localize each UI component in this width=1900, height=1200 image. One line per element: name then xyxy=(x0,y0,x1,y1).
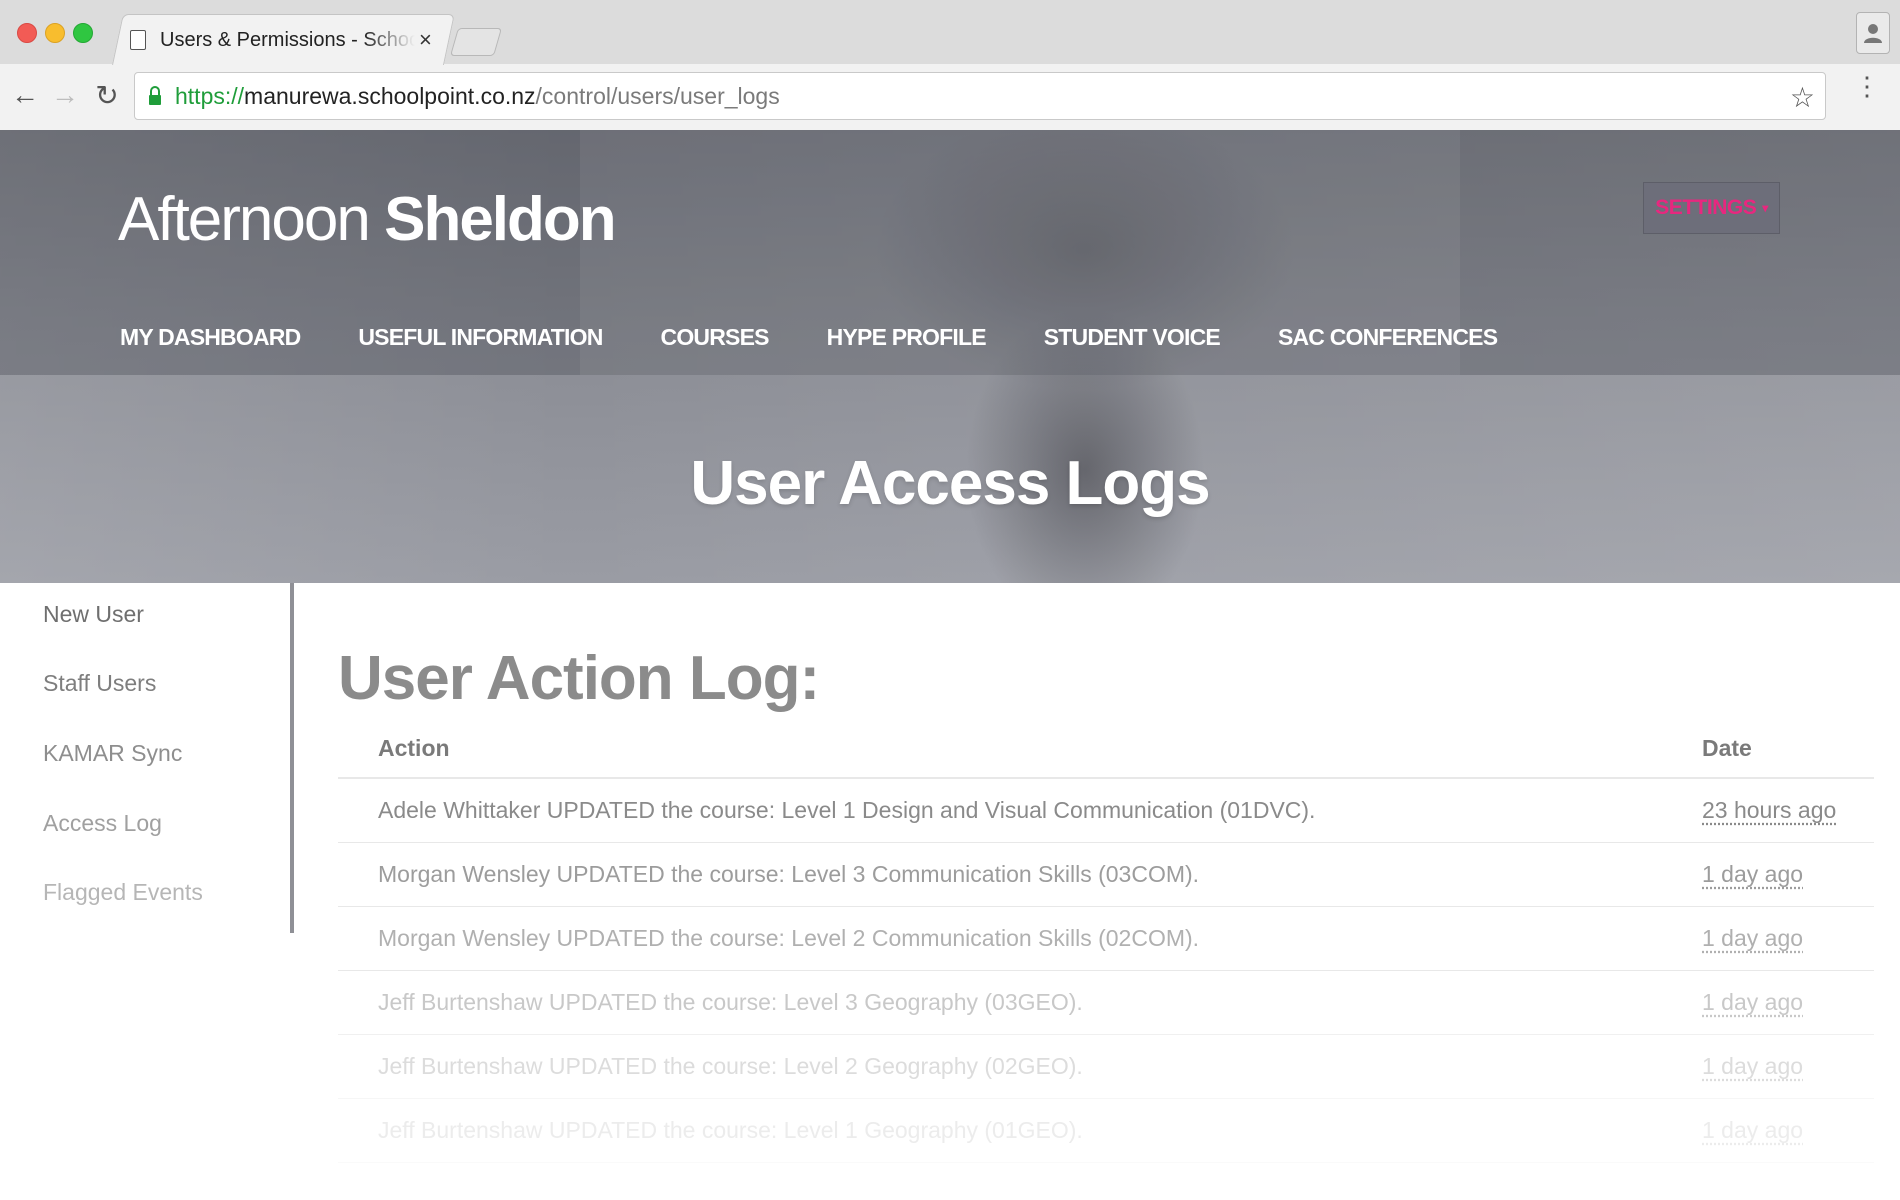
sidebar-item-flagged-events[interactable]: Flagged Events xyxy=(43,879,203,906)
url-path: /control/users/user_logs xyxy=(535,82,780,109)
tab-title: Users & Permissions - SchoolPoint xyxy=(160,28,415,51)
table-row: Jeff Burtenshaw UPDATED the course: Leve… xyxy=(338,971,1874,1035)
table-row: Jeff Burtenshaw UPDATED the course: Leve… xyxy=(338,1099,1874,1163)
row-action-text: Morgan Wensley UPDATED the course: Level… xyxy=(378,861,1200,887)
document-icon xyxy=(130,30,146,50)
table-row: Adele Whittaker UPDATED the course: Leve… xyxy=(338,779,1874,843)
user-action-log-table: Action Date Adele Whittaker UPDATED the … xyxy=(338,729,1874,1163)
hero-banner: Afternoon Sheldon SETTINGS ▾ MY DASHBOAR… xyxy=(0,130,1900,583)
browser-chrome: Users & Permissions - SchoolPoint × ← → … xyxy=(0,0,1900,131)
row-date-text[interactable]: 1 day ago xyxy=(1702,925,1803,952)
address-bar[interactable]: https://manurewa.schoolpoint.co.nz/contr… xyxy=(134,72,1826,120)
row-date-text[interactable]: 1 day ago xyxy=(1702,1053,1803,1080)
browser-menu-icon[interactable]: ⋮ xyxy=(1854,73,1880,99)
sidebar-item-access-log[interactable]: Access Log xyxy=(43,810,162,837)
row-action-text: Adele Whittaker UPDATED the course: Leve… xyxy=(378,797,1316,823)
sidebar: New User Staff Users KAMAR Sync Access L… xyxy=(0,583,294,933)
tab-close-icon[interactable]: × xyxy=(419,27,432,53)
row-action-text: Jeff Burtenshaw UPDATED the course: Leve… xyxy=(378,1117,1083,1143)
nav-sac-conferences[interactable]: SAC CONFERENCES xyxy=(1278,324,1498,351)
reload-icon[interactable]: ↻ xyxy=(90,78,124,112)
brand-last-name: Sheldon xyxy=(384,185,617,254)
browser-tab-content: Users & Permissions - SchoolPoint × xyxy=(130,24,450,56)
row-date-text[interactable]: 1 day ago xyxy=(1702,1117,1803,1144)
table-row: Jeff Burtenshaw UPDATED the course: Leve… xyxy=(338,1035,1874,1099)
table-row: Morgan Wensley UPDATED the course: Level… xyxy=(338,843,1874,907)
column-header-action: Action xyxy=(378,735,450,761)
profile-button[interactable] xyxy=(1856,12,1890,54)
nav-useful-information[interactable]: USEFUL INFORMATION xyxy=(358,324,603,351)
main-navigation: MY DASHBOARD USEFUL INFORMATION COURSES … xyxy=(120,324,1555,351)
sidebar-item-kamar-sync[interactable]: KAMAR Sync xyxy=(43,740,182,767)
url-host: manurewa.schoolpoint.co.nz xyxy=(244,82,536,109)
back-arrow-icon[interactable]: ← xyxy=(8,78,42,112)
nav-my-dashboard[interactable]: MY DASHBOARD xyxy=(120,324,301,351)
browser-toolbar: ← → ↻ https://manurewa.schoolpoint.co.nz… xyxy=(0,64,1900,130)
table-header-row: Action Date xyxy=(338,729,1874,779)
chevron-down-icon: ▾ xyxy=(1762,201,1768,215)
row-date-text[interactable]: 23 hours ago xyxy=(1702,797,1836,824)
nav-student-voice[interactable]: STUDENT VOICE xyxy=(1044,324,1221,351)
bookmark-star-icon[interactable]: ☆ xyxy=(1790,81,1815,114)
row-action-text: Jeff Burtenshaw UPDATED the course: Leve… xyxy=(378,1053,1083,1079)
table-row: Morgan Wensley UPDATED the course: Level… xyxy=(338,907,1874,971)
url-scheme: https:// xyxy=(175,82,245,109)
settings-label: SETTINGS xyxy=(1655,196,1757,219)
nav-courses[interactable]: COURSES xyxy=(661,324,770,351)
settings-dropdown-button[interactable]: SETTINGS ▾ xyxy=(1643,182,1780,234)
brand-first-name: Afternoon xyxy=(118,185,371,254)
maximize-window-button[interactable] xyxy=(73,23,93,43)
row-date-text[interactable]: 1 day ago xyxy=(1702,989,1803,1016)
forward-arrow-icon[interactable]: → xyxy=(48,78,82,112)
row-action-text: Jeff Burtenshaw UPDATED the course: Leve… xyxy=(378,989,1083,1015)
new-tab-button[interactable] xyxy=(449,28,503,56)
lock-icon xyxy=(149,86,161,105)
main-content: User Action Log: Action Date Adele Whitt… xyxy=(294,583,1900,1200)
close-window-button[interactable] xyxy=(17,23,37,43)
row-action-text: Morgan Wensley UPDATED the course: Level… xyxy=(378,925,1200,951)
minimize-window-button[interactable] xyxy=(45,23,65,43)
section-title: User Action Log: xyxy=(338,644,820,713)
sidebar-item-new-user[interactable]: New User xyxy=(43,601,144,628)
tab-strip: Users & Permissions - SchoolPoint × xyxy=(0,0,1900,65)
url-text[interactable]: https://manurewa.schoolpoint.co.nz/contr… xyxy=(175,83,780,110)
site-brand[interactable]: Afternoon Sheldon xyxy=(118,184,617,255)
page-title: User Access Logs xyxy=(690,449,1210,518)
row-date-text[interactable]: 1 day ago xyxy=(1702,861,1803,888)
user-icon xyxy=(1864,24,1882,43)
nav-hype-profile[interactable]: HYPE PROFILE xyxy=(827,324,987,351)
sidebar-item-staff-users[interactable]: Staff Users xyxy=(43,670,156,697)
column-header-date: Date xyxy=(1702,735,1752,761)
